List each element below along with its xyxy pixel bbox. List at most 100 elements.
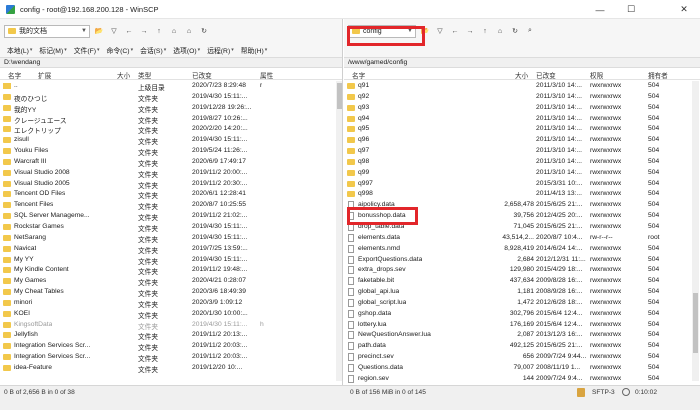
table-row[interactable]: global_script.lua 1,472 2012/6/28 18:... rw… [344, 298, 700, 309]
table-row[interactable]: Integration Services Scr... 文件夹 2019/11/2 … [0, 352, 342, 363]
cell-permissions: rwxrwxrwx [590, 190, 622, 198]
table-row[interactable]: クレージュエース 文件夹 2019/8/27 10:26:... [0, 114, 342, 125]
table-row[interactable]: lottery.lua 176,169 2015/6/4 12:4... rwxrwx… [344, 320, 700, 331]
menu-help[interactable]: 帮助(H) ▾ [238, 45, 271, 55]
table-row[interactable]: Warcraft III 文件夹 2020/6/9 17:49:17 [0, 157, 342, 168]
table-row[interactable]: precinct.sev 656 2009/7/24 9:44... rwxrwxrw… [344, 352, 700, 363]
table-row[interactable]: My Games 文件夹 2020/4/21 0:28:07 [0, 276, 342, 287]
col-ext[interactable]: 扩展 [38, 70, 51, 80]
table-row[interactable]: global_api.lua 1,181 2008/9/28 16:... rwxrw… [344, 287, 700, 298]
table-row[interactable]: Questions.data 79,007 2008/11/19 1... rwxrw… [344, 363, 700, 374]
remote-file-list[interactable]: q91 2011/3/10 14:... rwxrwxrwx 504 q92 2011/3… [344, 81, 700, 385]
root-folder-icon[interactable]: ⌂ [168, 25, 180, 37]
back-icon[interactable]: ← [123, 25, 135, 37]
table-row[interactable]: NewQuestionAnswer.lua 2,087 2013/12/3 16:.… [344, 330, 700, 341]
filter-icon[interactable]: ▽ [108, 25, 120, 37]
table-row[interactable]: Visual Studio 2008 文件夹 2019/11/2 20:00:... [0, 168, 342, 179]
local-vertical-scrollbar[interactable] [336, 81, 342, 381]
minimize-button[interactable]: — [586, 0, 614, 19]
filter-icon[interactable]: ▽ [434, 25, 446, 37]
table-row[interactable]: q98 2011/3/10 14:... rwxrwxrwx 504 [344, 157, 700, 168]
refresh-icon[interactable]: ↻ [509, 25, 521, 37]
table-row[interactable]: Tencent Files 文件夹 2020/8/7 10:25:55 [0, 200, 342, 211]
cell-permissions: rwxrwxrwx [590, 255, 622, 263]
table-row[interactable]: minori 文件夹 2020/3/9 1:09:12 [0, 298, 342, 309]
table-row[interactable]: extra_drops.sev 129,980 2015/4/29 18:... rw… [344, 265, 700, 276]
table-row[interactable]: q998 2011/4/13 13:... rwxrwxrwx 504 [344, 189, 700, 200]
menu-options[interactable]: 选项(O) ▾ [170, 45, 203, 55]
table-row[interactable]: q93 2011/3/10 14:... rwxrwxrwx 504 [344, 103, 700, 114]
table-row[interactable]: elements.nmd 8,928,419 2014/6/24 14:... rwx… [344, 244, 700, 255]
col-name[interactable]: 名字 [8, 70, 21, 80]
table-row[interactable]: q95 2011/3/10 14:... rwxrwxrwx 504 [344, 124, 700, 135]
col-permissions[interactable]: 权限 [590, 70, 603, 80]
parent-folder-icon[interactable]: ↑ [479, 25, 491, 37]
menu-command[interactable]: 命令(C) ▾ [104, 45, 137, 55]
col-type[interactable]: 类型 [138, 70, 151, 80]
back-icon[interactable]: ← [449, 25, 461, 37]
table-row[interactable]: Visual Studio 2005 文件夹 2019/11/2 20:30:... [0, 179, 342, 190]
table-row[interactable]: path.data 492,125 2015/6/25 21:... rwxrwxrw… [344, 341, 700, 352]
menu-mark[interactable]: 标记(M) ▾ [36, 45, 69, 55]
scroll-thumb[interactable] [337, 83, 342, 109]
forward-icon[interactable]: → [464, 25, 476, 37]
menu-file[interactable]: 文件(F) ▾ [71, 45, 103, 55]
table-row[interactable]: KOEI 文件夹 2020/1/30 10:00:... [0, 309, 342, 320]
table-row[interactable]: Tencent OD Files 文件夹 2020/6/1 12:28:41 [0, 189, 342, 200]
local-location-select[interactable]: 我的文档 ▼ [4, 24, 90, 38]
table-row[interactable]: .. 上级目录 2020/7/23 8:29:48 r [0, 81, 342, 92]
table-row[interactable]: faketable.bit 437,634 2009/8/28 16:... rwxr… [344, 276, 700, 287]
menu-local[interactable]: 本地(L) ▾ [4, 45, 35, 55]
table-row[interactable]: region.sev 144 2009/7/24 9:4... rwxrwxrwx 50… [344, 374, 700, 385]
table-row[interactable]: q97 2011/3/10 14:... rwxrwxrwx 504 [344, 146, 700, 157]
parent-folder-icon[interactable]: ↑ [153, 25, 165, 37]
col-changed[interactable]: 已改变 [192, 70, 212, 80]
table-row[interactable]: q92 2011/3/10 14:... rwxrwxrwx 504 [344, 92, 700, 103]
table-row[interactable]: Navicat 文件夹 2019/7/25 13:59:... [0, 244, 342, 255]
refresh-icon[interactable]: ↻ [198, 25, 210, 37]
table-row[interactable]: gshop.data 302,796 2015/6/4 12:4... rwxrwxr… [344, 309, 700, 320]
menu-remote[interactable]: 远程(R) ▾ [204, 45, 237, 55]
remote-vertical-scrollbar[interactable] [692, 81, 699, 381]
table-row[interactable]: Youku Files 文件夹 2019/5/24 11:26:... [0, 146, 342, 157]
table-row[interactable]: Rockstar Games 文件夹 2019/4/30 15:11:... [0, 222, 342, 233]
close-button[interactable]: ✕ [670, 0, 698, 19]
table-row[interactable]: ExportQuestions.data 2,684 2012/12/31 11:.… [344, 255, 700, 266]
table-row[interactable]: Integration Services Scr... 文件夹 2019/11/2 … [0, 341, 342, 352]
table-row[interactable]: My Kindle Content 文件夹 2019/11/2 19:48:... [0, 265, 342, 276]
table-row[interactable]: 夜のひつじ 文件夹 2019/4/30 15:11:... [0, 92, 342, 103]
table-row[interactable]: SQL Server Manageme... 文件夹 2019/11/2 21:02… [0, 211, 342, 222]
local-file-list[interactable]: .. 上级目录 2020/7/23 8:29:48 r 夜のひつじ 文件夹 2019/4/3… [0, 81, 342, 374]
col-size[interactable]: 大小 [515, 70, 528, 80]
table-row[interactable]: My YY 文件夹 2019/4/30 15:11:... [0, 255, 342, 266]
table-row[interactable]: q96 2011/3/10 14:... rwxrwxrwx 504 [344, 135, 700, 146]
root-folder-icon[interactable]: ⌂ [494, 25, 506, 37]
table-row[interactable]: NetSarang 文件夹 2019/4/30 15:11:... [0, 233, 342, 244]
table-row[interactable]: idea-Feature 文件夹 2019/12/20 10:... [0, 363, 342, 374]
col-owner[interactable]: 拥有者 [648, 70, 668, 80]
table-row[interactable]: q94 2011/3/10 14:... rwxrwxrwx 504 [344, 114, 700, 125]
col-size[interactable]: 大小 [117, 70, 130, 80]
open-folder-icon[interactable]: 📂 [93, 25, 105, 37]
table-row[interactable]: zisull 文件夹 2019/4/30 15:11:... [0, 135, 342, 146]
table-row[interactable]: q91 2011/3/10 14:... rwxrwxrwx 504 [344, 81, 700, 92]
forward-icon[interactable]: → [138, 25, 150, 37]
table-row[interactable]: q997 2015/3/31 10:... rwxrwxrwx 504 [344, 179, 700, 190]
table-row[interactable]: KingsoftData 文件夹 2019/4/30 15:11:... h [0, 320, 342, 331]
home-icon[interactable]: ⌂ [183, 25, 195, 37]
table-row[interactable]: q99 2011/3/10 14:... rwxrwxrwx 504 [344, 168, 700, 179]
table-row[interactable]: 我的YY 文件夹 2019/12/28 19:26:... [0, 103, 342, 114]
table-row[interactable]: エレクトリップ 文件夹 2020/2/20 14:20:... [0, 124, 342, 135]
scroll-thumb[interactable] [693, 293, 698, 353]
col-name[interactable]: 名字 [352, 70, 365, 80]
col-attr[interactable]: 属性 [260, 70, 273, 80]
remote-current-path[interactable]: /www/gamed/config [344, 57, 700, 68]
menu-session[interactable]: 会话(S) ▾ [137, 45, 169, 55]
table-row[interactable]: My Cheat Tables 文件夹 2020/3/6 18:49:39 [0, 287, 342, 298]
table-row[interactable]: elements.data 43,514,2... 2020/8/7 10:4...… [344, 233, 700, 244]
col-changed[interactable]: 已改变 [536, 70, 556, 80]
local-current-path[interactable]: D:\wendang [0, 57, 342, 68]
find-icon[interactable]: ⌕ [524, 25, 536, 37]
table-row[interactable]: Jellyfish 文件夹 2019/11/2 20:13:... [0, 330, 342, 341]
maximize-button[interactable]: ☐ [617, 0, 645, 19]
